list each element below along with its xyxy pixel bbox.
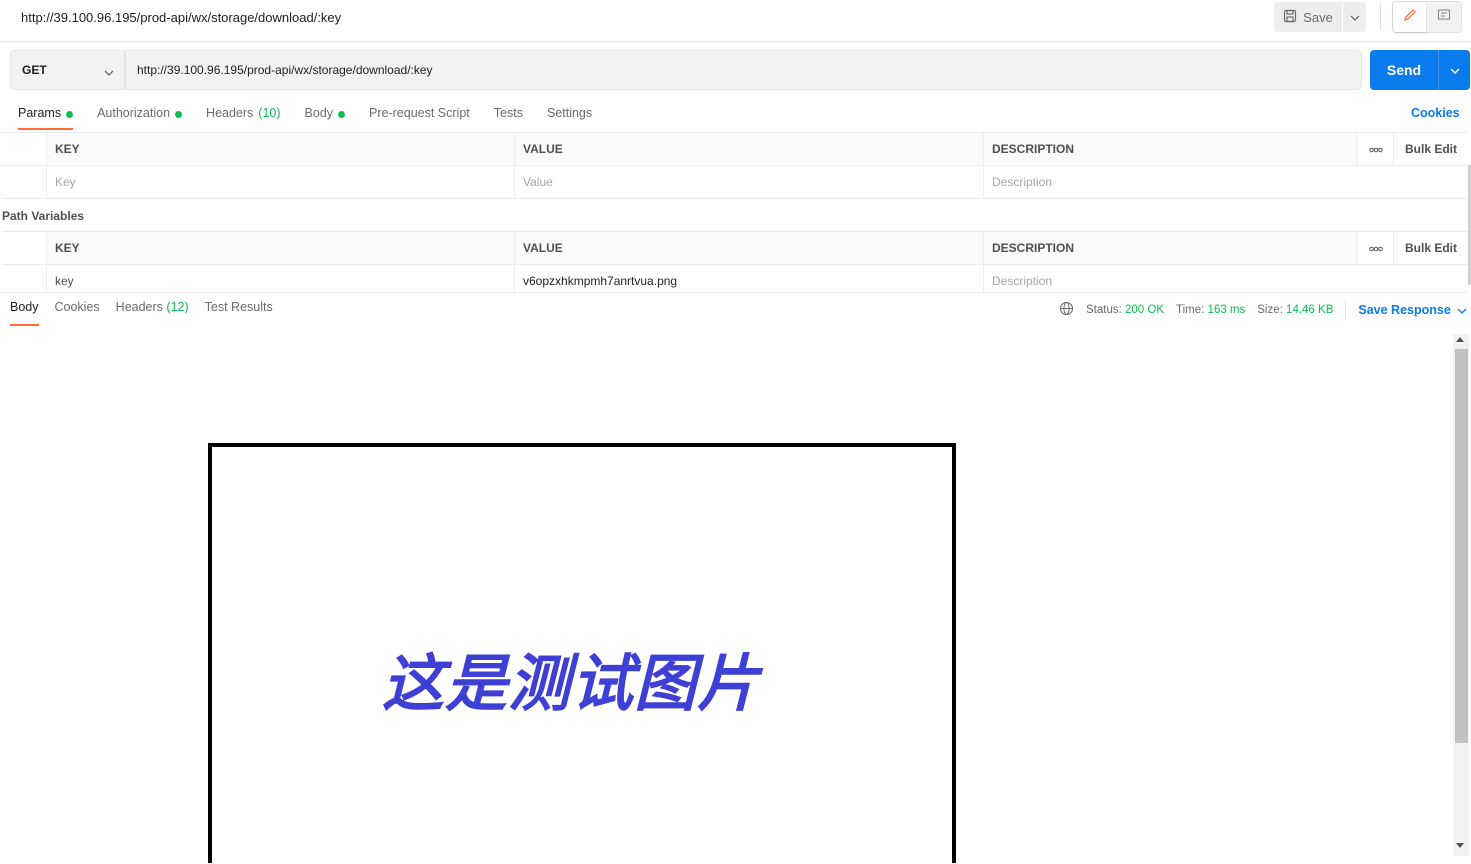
- response-image-preview: 这是测试图片: [208, 443, 956, 863]
- column-header-key: KEY: [47, 133, 515, 165]
- description-input[interactable]: Description: [984, 166, 1468, 198]
- save-options-button[interactable]: [1342, 2, 1366, 32]
- row-checkbox-cell: [2, 265, 47, 292]
- path-variable-key: key: [47, 265, 515, 292]
- save-response-label: Save Response: [1358, 303, 1451, 317]
- more-options-button[interactable]: [1358, 232, 1394, 264]
- status-label: Status:: [1086, 304, 1122, 316]
- time-label: Time:: [1176, 304, 1205, 316]
- size-value: 14.46 KB: [1286, 304, 1334, 316]
- tab-settings-label: Settings: [546, 106, 593, 120]
- scroll-down-arrow-icon[interactable]: [1456, 843, 1464, 848]
- status-dot-icon: [175, 111, 183, 118]
- comment-icon: [1437, 8, 1451, 27]
- value-input[interactable]: Value: [515, 166, 984, 198]
- tab-authorization-label: Authorization: [97, 106, 171, 120]
- time-value: 163 ms: [1207, 304, 1246, 316]
- tab-settings[interactable]: Settings: [547, 104, 592, 130]
- tab-headers-label: Headers: [206, 106, 254, 120]
- response-tab-cookies[interactable]: Cookies: [55, 300, 100, 326]
- cookies-link[interactable]: Cookies: [1411, 106, 1460, 120]
- bulk-edit-button[interactable]: Bulk Edit: [1394, 232, 1468, 264]
- size-label: Size:: [1257, 304, 1283, 316]
- chevron-down-icon: [1450, 61, 1460, 79]
- tab-body[interactable]: Body: [305, 104, 346, 130]
- status-dot-icon: [338, 111, 346, 118]
- column-header-description: DESCRIPTION: [984, 232, 1358, 264]
- response-size[interactable]: Size: 14.46 KB: [1257, 304, 1333, 316]
- status-dot-icon: [66, 111, 74, 118]
- more-options-button[interactable]: [1358, 133, 1394, 165]
- column-header-value: VALUE: [515, 232, 984, 264]
- checkbox-column-header: [2, 133, 47, 165]
- send-button[interactable]: Send: [1370, 50, 1438, 90]
- query-params-table: KEY VALUE DESCRIPTION Bulk Edit Key Valu…: [2, 132, 1468, 199]
- response-tab-headers-label: Headers: [115, 300, 163, 314]
- tab-tests[interactable]: Tests: [494, 104, 523, 130]
- response-headers-count: (12): [166, 300, 189, 314]
- save-icon: [1283, 9, 1297, 26]
- checkbox-column-header: [2, 232, 47, 264]
- response-tabs: Body Cookies Headers (12) Test Results: [10, 300, 289, 326]
- pencil-icon: [1403, 8, 1417, 27]
- row-checkbox-cell: [2, 166, 47, 198]
- tab-authorization[interactable]: Authorization: [97, 104, 183, 130]
- chevron-down-icon: [104, 65, 114, 79]
- method-label: GET: [22, 63, 47, 77]
- bulk-edit-button[interactable]: Bulk Edit: [1394, 133, 1468, 165]
- save-button[interactable]: Save: [1274, 2, 1342, 32]
- tab-tests-label: Tests: [493, 106, 523, 120]
- response-meta: Status: 200 OK Time: 163 ms Size: 14.46 …: [1059, 301, 1467, 319]
- column-header-key: KEY: [47, 232, 515, 264]
- status-badge[interactable]: Status: 200 OK: [1086, 304, 1164, 316]
- chevron-down-icon: [1350, 8, 1360, 26]
- tab-params[interactable]: Params: [18, 104, 74, 130]
- path-variables-heading: Path Variables: [2, 209, 85, 223]
- response-tab-headers[interactable]: Headers (12): [116, 300, 189, 326]
- tab-headers-count: (10): [258, 106, 281, 120]
- path-variable-value-input[interactable]: v6opzxhkmpmh7anrtvua.png: [515, 265, 984, 292]
- response-tab-test-results[interactable]: Test Results: [205, 300, 273, 326]
- method-select[interactable]: GET: [10, 50, 125, 90]
- table-header-row: KEY VALUE DESCRIPTION Bulk Edit: [2, 232, 1468, 265]
- save-label: Save: [1303, 9, 1333, 25]
- description-input[interactable]: Description: [984, 265, 1468, 292]
- send-group: Send: [1370, 50, 1470, 90]
- response-time[interactable]: Time: 163 ms: [1176, 304, 1245, 316]
- response-image-text: 这是测试图片: [382, 647, 761, 720]
- key-input[interactable]: Key: [47, 166, 515, 198]
- table-row: key v6opzxhkmpmh7anrtvua.png Description: [2, 265, 1468, 293]
- response-tab-body[interactable]: Body: [10, 300, 39, 326]
- scroll-up-arrow-icon[interactable]: [1456, 337, 1464, 342]
- tab-params-label: Params: [18, 106, 62, 120]
- view-mode-toggle: [1392, 1, 1462, 33]
- table-row: Key Value Description: [2, 166, 1468, 199]
- tab-prerequest-script[interactable]: Pre-request Script: [369, 104, 470, 130]
- ellipsis-icon: [1368, 241, 1383, 255]
- documentation-mode-button[interactable]: [1427, 2, 1461, 32]
- request-tabs: Params Authorization Headers (10) Body P…: [18, 104, 616, 130]
- status-value: 200 OK: [1125, 304, 1165, 316]
- save-group: Save: [1274, 2, 1366, 32]
- send-options-button[interactable]: [1438, 50, 1470, 90]
- globe-icon[interactable]: [1059, 301, 1074, 319]
- divider: [1380, 4, 1381, 30]
- column-header-value: VALUE: [515, 133, 984, 165]
- chevron-down-icon: [1457, 303, 1467, 317]
- path-variables-table: KEY VALUE DESCRIPTION Bulk Edit key v6op…: [2, 231, 1468, 293]
- save-response-button[interactable]: Save Response: [1358, 303, 1467, 317]
- table-header-row: KEY VALUE DESCRIPTION Bulk Edit: [2, 133, 1468, 166]
- tab-body-label: Body: [304, 106, 334, 120]
- divider: [1345, 301, 1347, 319]
- request-title[interactable]: http://39.100.96.195/prod-api/wx/storage…: [21, 10, 341, 25]
- edit-mode-button[interactable]: [1393, 2, 1427, 32]
- request-header-bar: http://39.100.96.195/prod-api/wx/storage…: [0, 0, 1471, 42]
- tab-prerequest-label: Pre-request Script: [369, 106, 470, 120]
- column-header-description: DESCRIPTION: [984, 133, 1358, 165]
- tab-headers[interactable]: Headers (10): [206, 104, 280, 130]
- url-input[interactable]: [125, 50, 1362, 90]
- ellipsis-icon: [1368, 142, 1383, 156]
- response-scrollbar-thumb[interactable]: [1455, 349, 1468, 743]
